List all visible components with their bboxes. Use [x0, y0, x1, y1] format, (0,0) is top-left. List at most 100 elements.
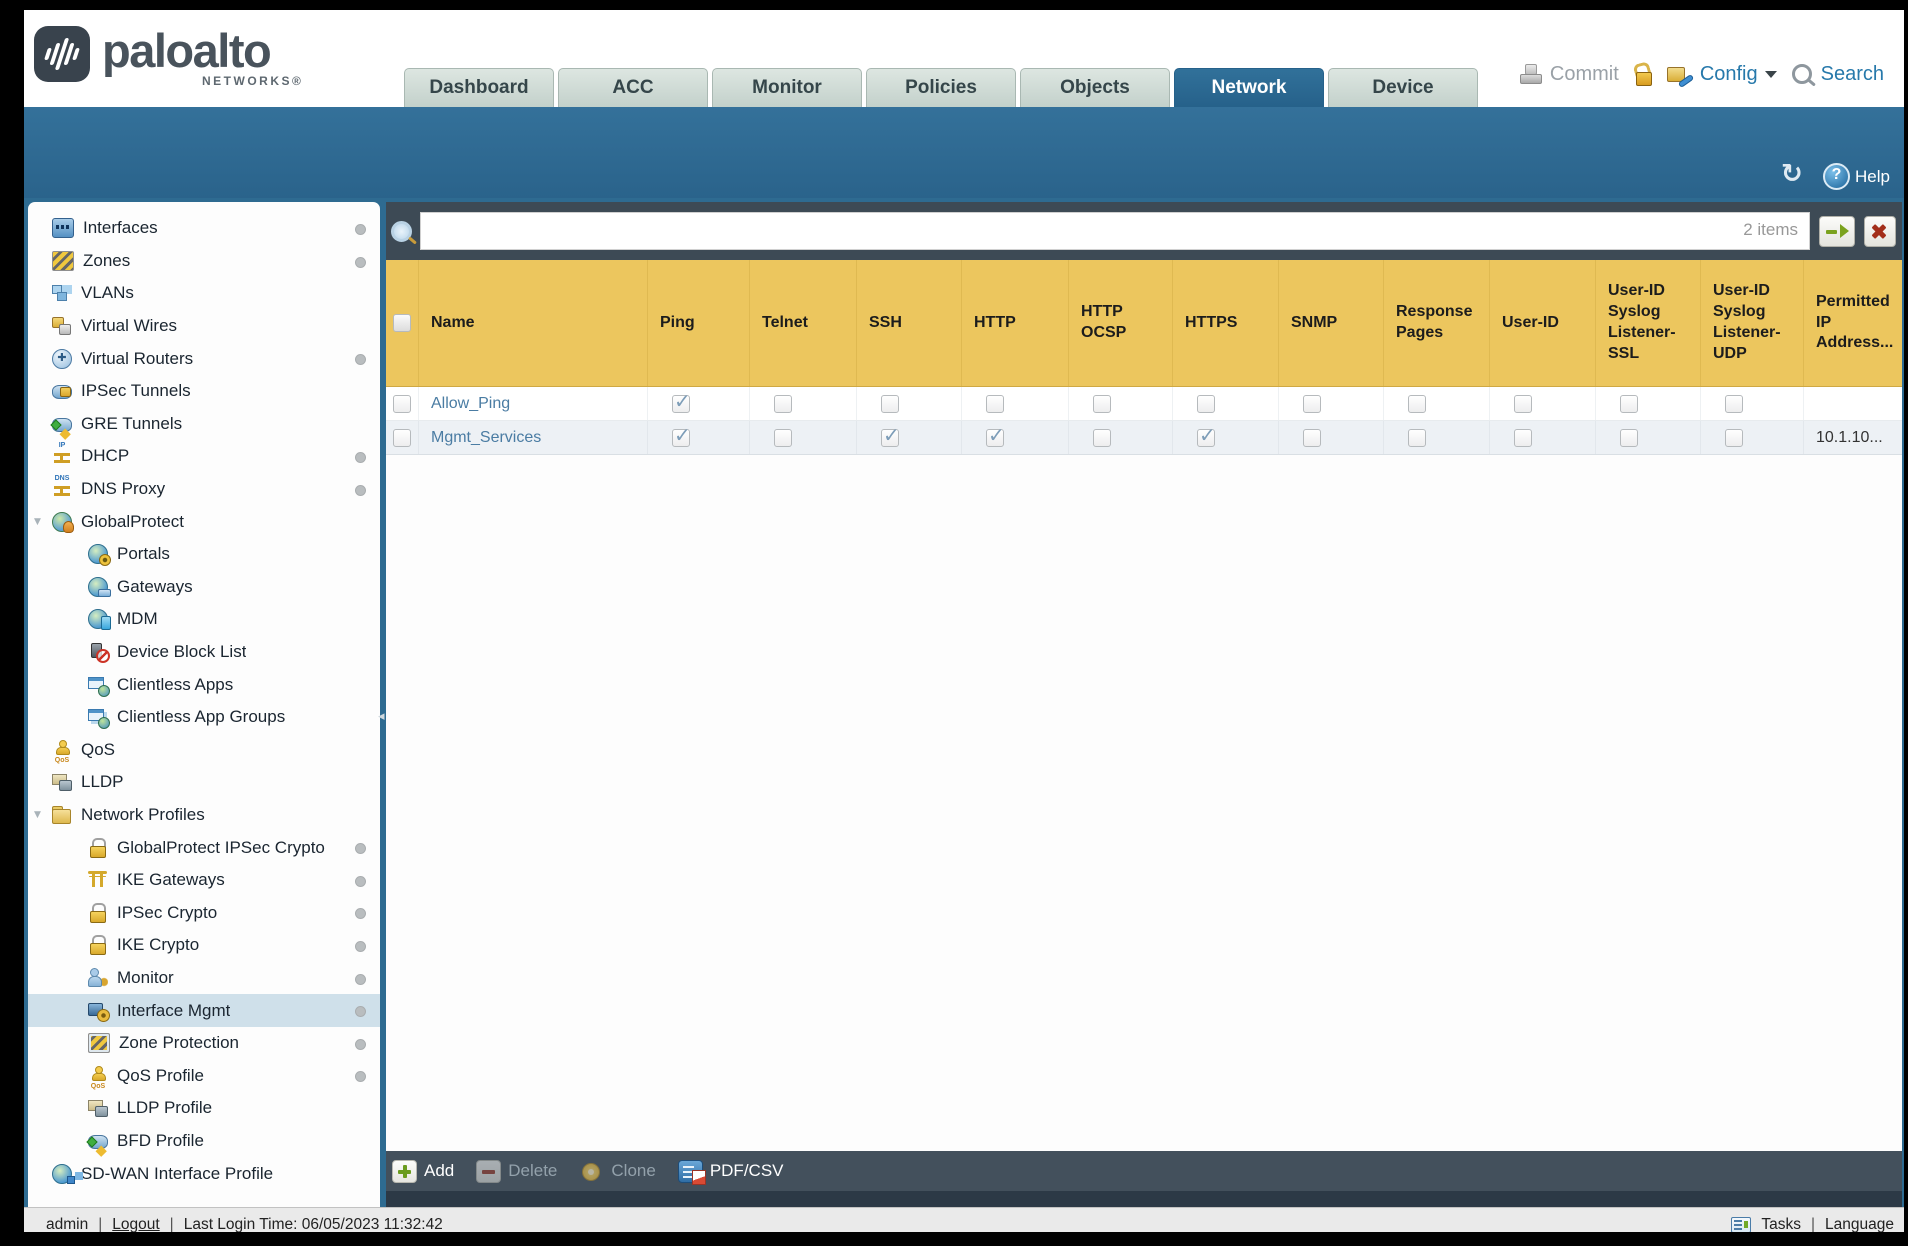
separator: | — [1811, 1215, 1816, 1233]
sidebar-item-vlans[interactable]: VLANs — [28, 277, 380, 310]
column-header-user-id-syslog-listener-udp[interactable]: User-ID Syslog Listener-UDP — [1700, 260, 1803, 386]
sidebar-item-dns-proxy[interactable]: DNS DNS Proxy — [28, 473, 380, 506]
items-count: 2 items — [1743, 220, 1798, 239]
sidebar-item-label: VLANs — [81, 283, 134, 303]
tab-device[interactable]: Device — [1328, 68, 1478, 107]
sidebar-item-portals[interactable]: Portals — [28, 538, 380, 571]
row-select-checkbox[interactable] — [386, 421, 418, 454]
column-header-user-id[interactable]: User-ID — [1489, 260, 1595, 386]
tab-objects[interactable]: Objects — [1020, 68, 1170, 107]
sidebar-item-mdm[interactable]: MDM — [28, 603, 380, 636]
config-menu-button[interactable]: Config — [1700, 63, 1758, 86]
help-label: Help — [1855, 166, 1890, 186]
column-header-ssh[interactable]: SSH — [856, 260, 961, 386]
column-header-http[interactable]: HTTP — [961, 260, 1068, 386]
global-search-button[interactable]: Search — [1821, 63, 1884, 86]
refresh-icon[interactable] — [1781, 159, 1809, 190]
sidebar-item-gateways[interactable]: Gateways — [28, 571, 380, 604]
row-select-checkbox[interactable] — [386, 387, 418, 420]
zone-protection-icon — [88, 1033, 110, 1054]
sidebar-item-network-profiles[interactable]: Network Profiles — [28, 799, 380, 832]
column-header-http-ocsp[interactable]: HTTP OCSP — [1068, 260, 1172, 386]
chevron-down-icon[interactable] — [1764, 70, 1777, 78]
commit-button[interactable]: Commit — [1550, 63, 1619, 86]
help-button[interactable]: Help — [1823, 163, 1890, 190]
sidebar-item-virtual-wires[interactable]: Virtual Wires — [28, 310, 380, 343]
column-header-name[interactable]: Name — [418, 260, 647, 386]
sidebar-item-sd-wan-interface-profile[interactable]: SD-WAN Interface Profile — [28, 1157, 380, 1190]
logout-link[interactable]: Logout — [112, 1216, 159, 1233]
sidebar-item-clientless-app-groups[interactable]: Clientless App Groups — [28, 701, 380, 734]
tab-network[interactable]: Network — [1174, 68, 1324, 107]
sidebar-item-virtual-routers[interactable]: Virtual Routers — [28, 342, 380, 375]
sidebar-item-qos-profile[interactable]: QoS QoS Profile — [28, 1059, 380, 1092]
sidebar-item-globalprotect-ipsec-crypto[interactable]: GlobalProtect IPSec Crypto — [28, 831, 380, 864]
column-header-ping[interactable]: Ping — [647, 260, 749, 386]
column-header-user-id-syslog-listener-ssl[interactable]: User-ID Syslog Listener-SSL — [1595, 260, 1700, 386]
tab-policies[interactable]: Policies — [866, 68, 1016, 107]
top-header: paloalto NETWORKS® Dashboard ACC Monitor Po… — [24, 10, 1904, 107]
cell-https — [1172, 421, 1278, 454]
clone-button[interactable]: Clone — [579, 1160, 656, 1183]
column-header-label: HTTP — [974, 313, 1016, 331]
sidebar-item-interfaces[interactable]: Interfaces — [28, 212, 380, 245]
filter-input[interactable] — [420, 212, 1810, 250]
lldp-icon — [52, 773, 72, 792]
filter-input-wrap: 2 items — [420, 212, 1810, 250]
status-left: admin | Logout | Last Login Time: 06/05/… — [46, 1216, 443, 1233]
sidebar-item-ike-gateways[interactable]: IKE Gateways — [28, 864, 380, 897]
sidebar-item-bfd-profile[interactable]: BFD Profile — [28, 1125, 380, 1158]
sidebar-item-ipsec-crypto[interactable]: IPSec Crypto — [28, 896, 380, 929]
sidebar-item-interface-mgmt[interactable]: Interface Mgmt — [28, 994, 380, 1027]
clear-filter-button[interactable] — [1864, 215, 1896, 247]
checkbox-unchecked — [393, 314, 411, 332]
checkbox-unchecked — [774, 428, 792, 447]
sidebar-item-lldp-profile[interactable]: LLDP Profile — [28, 1092, 380, 1125]
sidebar-item-ipsec-tunnels[interactable]: IPSec Tunnels — [28, 375, 380, 408]
sidebar-item-clientless-apps[interactable]: Clientless Apps — [28, 668, 380, 701]
tab-dashboard[interactable]: Dashboard — [404, 68, 554, 107]
tasks-button[interactable]: Tasks — [1761, 1216, 1801, 1233]
sidebar-item-monitor[interactable]: Monitor — [28, 962, 380, 995]
status-dot — [355, 354, 366, 366]
table-row-mgmt-services: Mgmt_Services 10.1.10... — [386, 421, 1902, 455]
sidebar-item-label: GlobalProtect — [81, 511, 184, 531]
add-button[interactable]: Add — [392, 1159, 454, 1183]
sidebar-item-label: QoS — [81, 739, 116, 759]
row-name-link[interactable]: Allow_Ping — [431, 395, 510, 413]
sidebar-item-lldp[interactable]: LLDP — [28, 766, 380, 799]
sidebar-item-zones[interactable]: Zones — [28, 245, 380, 278]
apply-filter-button[interactable] — [1819, 215, 1855, 247]
unlock-icon[interactable] — [1632, 64, 1654, 86]
column-header-snmp[interactable]: SNMP — [1278, 260, 1383, 386]
delete-button[interactable]: Delete — [476, 1159, 557, 1183]
table-header: Name Ping Telnet SSH HTTP HTTP OCSP HTTPS SNMP R… — [386, 260, 1902, 387]
select-all-checkbox[interactable] — [386, 260, 418, 386]
sidebar-item-zone-protection[interactable]: Zone Protection — [28, 1027, 380, 1060]
sidebar-item-globalprotect[interactable]: GlobalProtect — [28, 505, 380, 538]
row-name-link[interactable]: Mgmt_Services — [431, 429, 541, 447]
pdf-csv-button[interactable]: PDF/CSV — [677, 1159, 784, 1185]
tab-acc[interactable]: ACC — [558, 68, 708, 107]
column-header-permitted-ip-address[interactable]: Permitted IP Address... — [1803, 260, 1902, 386]
column-header-response-pages[interactable]: Response Pages — [1383, 260, 1489, 386]
sidebar-item-device-block-list[interactable]: Device Block List — [28, 636, 380, 669]
column-header-telnet[interactable]: Telnet — [749, 260, 856, 386]
expander-down-icon[interactable] — [34, 810, 52, 820]
sidebar-item-ike-crypto[interactable]: IKE Crypto — [28, 929, 380, 962]
sidebar-item-dhcp[interactable]: IP DHCP — [28, 440, 380, 473]
column-header-https[interactable]: HTTPS — [1172, 260, 1278, 386]
cell-response-pages — [1383, 387, 1489, 420]
expander-down-icon[interactable] — [34, 517, 52, 527]
checkbox-unchecked — [1620, 394, 1638, 413]
sidebar-item-gre-tunnels[interactable]: GRE Tunnels — [28, 408, 380, 441]
sidebar-item-label: Device Block List — [117, 642, 247, 662]
device-block-list-icon — [88, 643, 110, 664]
sidebar-item-qos[interactable]: QoS QoS — [28, 734, 380, 767]
checkbox-unchecked — [774, 394, 792, 413]
checkbox-unchecked — [986, 394, 1004, 413]
config-icon — [1666, 64, 1691, 85]
sidebar-item-label: SD-WAN Interface Profile — [81, 1163, 274, 1183]
tab-monitor[interactable]: Monitor — [712, 68, 862, 107]
language-button[interactable]: Language — [1825, 1216, 1894, 1233]
